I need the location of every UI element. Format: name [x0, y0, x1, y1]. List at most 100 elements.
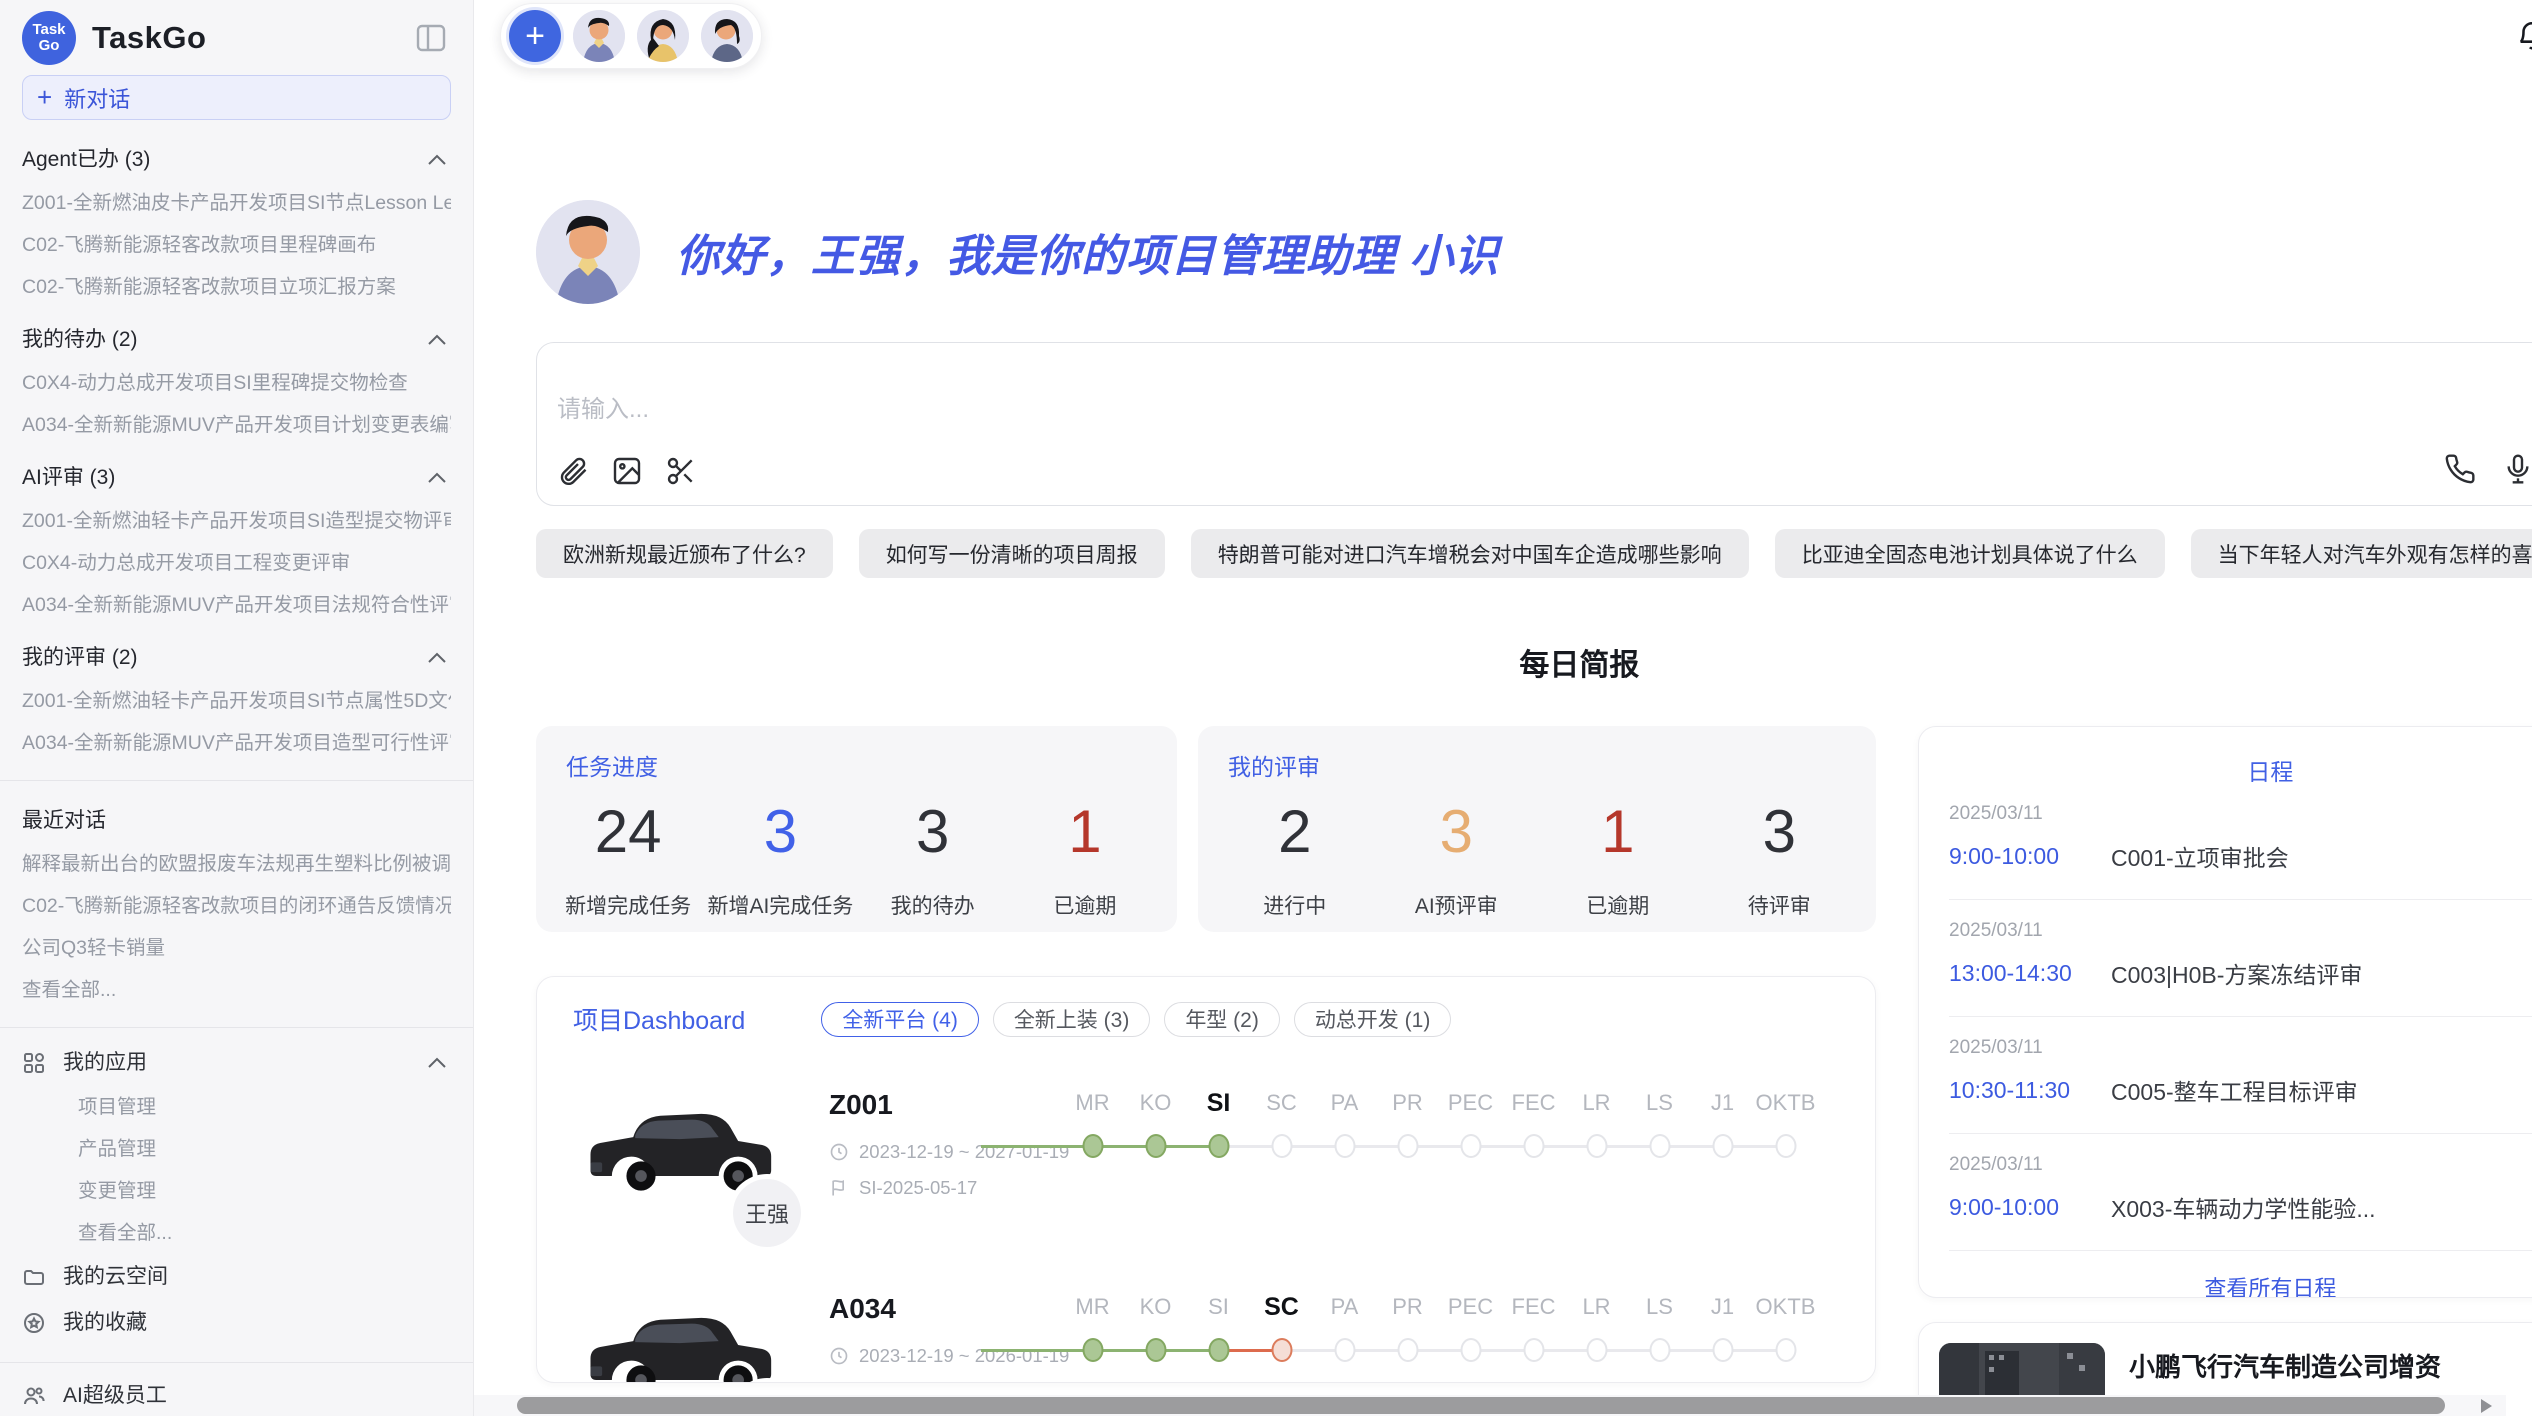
recent-chat-item[interactable]: 公司Q3轻卡销量 — [22, 935, 451, 961]
suggestion-chip[interactable]: 欧洲新规最近颁布了什么? — [536, 529, 833, 578]
milestone: LS — [1628, 1085, 1691, 1241]
schedule-date: 2025/03/11 — [1949, 920, 2532, 942]
suggestion-chip[interactable]: 当下年轻人对汽车外观有怎样的喜好趋势 — [2191, 529, 2532, 578]
avatar[interactable] — [573, 10, 625, 62]
milestone-node — [1649, 1134, 1670, 1158]
milestone: FEC — [1502, 1085, 1565, 1241]
list-item[interactable]: A034-全新新能源MUV产品开发项目法规符合性评审 — [22, 592, 451, 618]
milestone-node — [1082, 1338, 1103, 1362]
chevron-up-icon[interactable] — [427, 153, 447, 167]
suggestion-chip[interactable]: 比亚迪全固态电池计划具体说了什么 — [1775, 529, 2165, 578]
section-ai-review[interactable]: AI评审 (3) — [22, 464, 451, 492]
milestone: MR — [1061, 1085, 1124, 1241]
clock-icon — [829, 1346, 849, 1366]
list-item[interactable]: Z001-全新燃油皮卡产品开发项目SI节点Lesson Learn报告 — [22, 190, 451, 216]
milestone-node — [1712, 1134, 1733, 1158]
horizontal-scrollbar[interactable] — [474, 1395, 2506, 1416]
dashboard-tab[interactable]: 动总开发 (1) — [1294, 1002, 1452, 1037]
new-chat-label: 新对话 — [64, 82, 130, 114]
dashboard-tab[interactable]: 年型 (2) — [1164, 1002, 1280, 1037]
section-label: AI评审 (3) — [22, 464, 115, 492]
app-link[interactable]: 查看全部... — [22, 1220, 451, 1246]
task-progress-card: 任务进度 24 新增完成任务 3 — [536, 726, 1177, 932]
sidebar-item-cloud-space[interactable]: 我的云空间 — [22, 1262, 451, 1292]
dashboard-tabs: 全新平台 (4) 全新上装 (3) 年型 (2) 动总开发 (1) — [821, 1002, 1451, 1037]
app-link[interactable]: 变更管理 — [22, 1178, 451, 1204]
section-my-review[interactable]: 我的评审 (2) — [22, 644, 451, 672]
chevron-up-icon[interactable] — [427, 651, 447, 665]
sidebar-collapse-icon[interactable] — [415, 22, 447, 54]
milestone-label: SC — [1250, 1289, 1313, 1325]
milestone-label: PR — [1376, 1085, 1439, 1121]
avatar[interactable] — [701, 10, 753, 62]
suggestion-chip[interactable]: 如何写一份清晰的项目周报 — [859, 529, 1165, 578]
stat-label: 我的待办 — [857, 890, 1009, 920]
chevron-up-icon[interactable] — [427, 333, 447, 347]
schedule-time: 10:30-11:30 — [1949, 1077, 2111, 1104]
schedule-event-title: C005-整车工程目标评审 — [2111, 1073, 2532, 1107]
section-agent-done[interactable]: Agent已办 (3) — [22, 146, 451, 174]
microphone-icon[interactable] — [2502, 453, 2532, 485]
milestone-label: LS — [1628, 1289, 1691, 1325]
taskgo-logo: Task Go — [22, 11, 76, 65]
view-all-schedule-link[interactable]: 查看所有日程 — [1919, 1251, 2532, 1298]
project-row[interactable]: 王强 Z001 2023-12-19 ~ 2027-01-19 — [573, 1073, 1875, 1241]
dashboard-tab[interactable]: 全新上装 (3) — [993, 1002, 1151, 1037]
stat-value: 24 — [552, 800, 704, 864]
phone-icon[interactable] — [2444, 453, 2476, 485]
milestone-label: J1 — [1691, 1289, 1754, 1325]
recent-chat-item[interactable]: 解释最新出台的欧盟报废车法规再生塑料比例被调至15%... — [22, 851, 451, 877]
right-column: 日程 2025/03/11 9:00-10:00 C001-立项审批会 加入 — [1918, 726, 2532, 1416]
milestone: LR — [1565, 1289, 1628, 1383]
app-root: Task Go TaskGo + 新对话 Agent已办 (3) Z001-全新… — [0, 0, 2532, 1416]
app-link[interactable]: 项目管理 — [22, 1094, 451, 1120]
image-icon[interactable] — [611, 455, 643, 487]
sidebar-item-favorites[interactable]: 我的收藏 — [22, 1308, 451, 1338]
chevron-up-icon[interactable] — [427, 1056, 447, 1070]
list-item[interactable]: C0X4-动力总成开发项目工程变更评审 — [22, 550, 451, 576]
attachment-icon[interactable] — [557, 455, 589, 487]
recent-chat-item[interactable]: C02-飞腾新能源轻客改款项目的闭环通告反馈情况 — [22, 893, 451, 919]
chat-composer[interactable]: 请输入... — [536, 342, 2532, 506]
suggestion-chip[interactable]: 特朗普可能对进口汽车增税会对中国车企造成哪些影响 — [1191, 529, 1749, 578]
scroll-right-arrow-icon[interactable] — [2481, 1399, 2492, 1413]
milestone-label: OKTB — [1754, 1289, 1817, 1325]
project-row[interactable]: 王强 A034 2023-12-19 ~ 2026-01-19 — [573, 1277, 1875, 1383]
sidebar-item-ai-staff[interactable]: AI超级员工 — [22, 1381, 451, 1411]
sidebar-item-my-apps[interactable]: 我的应用 — [22, 1048, 451, 1078]
logo-line1: Task — [32, 22, 65, 38]
list-item[interactable]: Z001-全新燃油轻卡产品开发项目SI节点属性5D文件评审 — [22, 688, 451, 714]
list-item[interactable]: Z001-全新燃油轻卡产品开发项目SI造型提交物评审 — [22, 508, 451, 534]
chevron-up-icon[interactable] — [427, 471, 447, 485]
list-item[interactable]: C02-飞腾新能源轻客改款项目立项汇报方案 — [22, 274, 451, 300]
add-contact-button[interactable]: + — [509, 10, 561, 62]
assistant-avatar — [536, 200, 640, 304]
milestone-node — [1586, 1134, 1607, 1158]
scissors-icon[interactable] — [665, 455, 697, 487]
recent-chat-item[interactable]: 查看全部... — [22, 977, 451, 1003]
avatar[interactable] — [637, 10, 689, 62]
section-my-todo[interactable]: 我的待办 (2) — [22, 326, 451, 354]
list-item[interactable]: A034-全新新能源MUV产品开发项目造型可行性评审 — [22, 730, 451, 756]
section-label: 我的评审 (2) — [22, 644, 138, 672]
milestone: KO — [1124, 1289, 1187, 1383]
milestone-label: OKTB — [1754, 1085, 1817, 1121]
list-item[interactable]: C02-飞腾新能源轻客改款项目里程碑画布 — [22, 232, 451, 258]
horizontal-scrollbar-thumb[interactable] — [517, 1397, 2445, 1414]
milestone: SI — [1187, 1289, 1250, 1383]
apps-grid-icon — [22, 1051, 46, 1075]
section-label: 我的待办 (2) — [22, 326, 138, 354]
list-item[interactable]: A034-全新新能源MUV产品开发项目计划变更表编写 — [22, 412, 451, 438]
card-title: 任务进度 — [552, 748, 1161, 782]
app-link[interactable]: 产品管理 — [22, 1136, 451, 1162]
new-chat-button[interactable]: + 新对话 — [22, 75, 451, 120]
milestone: J1 — [1691, 1085, 1754, 1241]
quick-contacts-pill: + — [500, 3, 762, 69]
dashboard-tab[interactable]: 全新平台 (4) — [821, 1002, 979, 1037]
clock-icon — [829, 1142, 849, 1162]
stat-value: 2 — [1214, 800, 1376, 864]
stat-value: 3 — [704, 800, 856, 864]
list-item[interactable]: C0X4-动力总成开发项目SI里程碑提交物检查 — [22, 370, 451, 396]
notification-bell-icon[interactable] — [2515, 19, 2532, 53]
users-icon — [22, 1384, 46, 1408]
